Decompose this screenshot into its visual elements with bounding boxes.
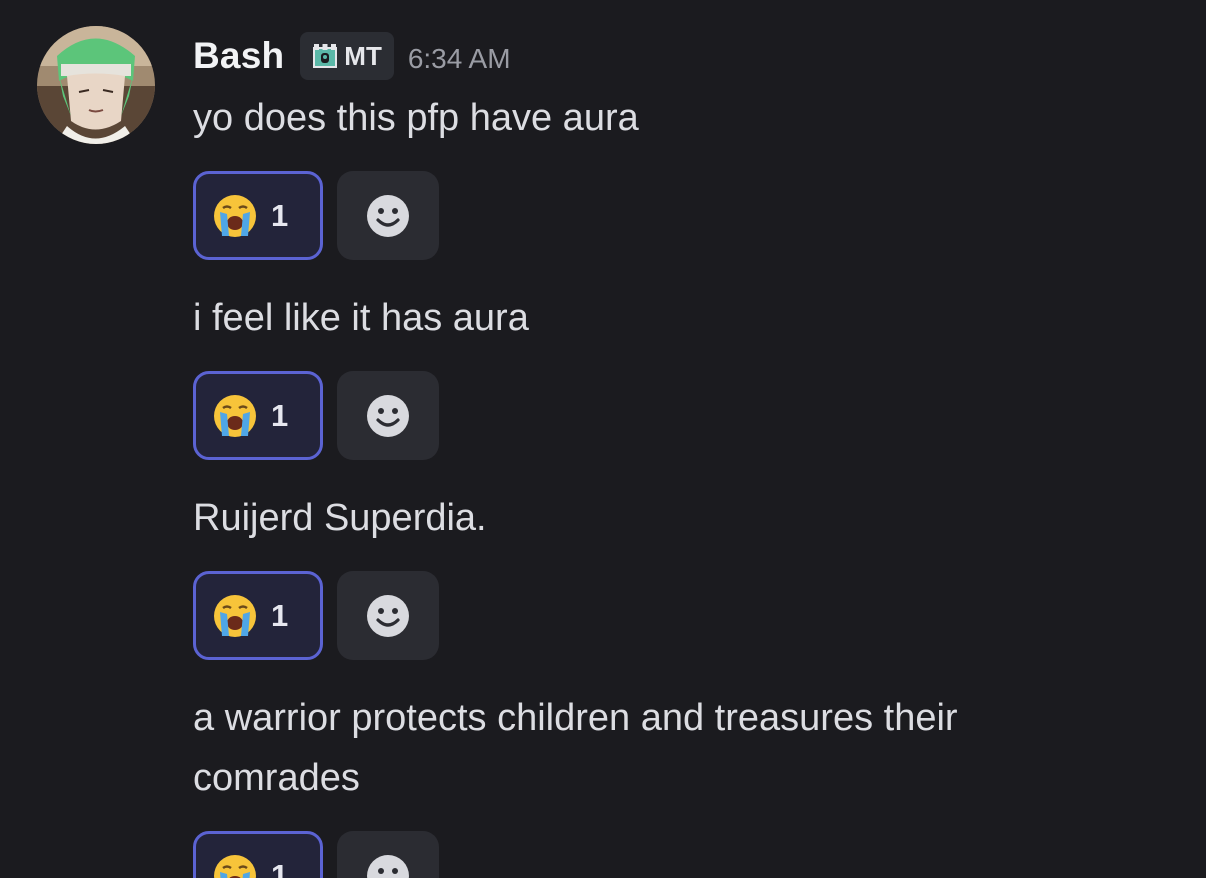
reaction-bar: 1 <box>193 171 1153 260</box>
reaction-crying-face[interactable]: 1 <box>193 571 323 660</box>
reaction-count: 1 <box>271 857 289 878</box>
add-reaction-button[interactable] <box>337 171 439 260</box>
crying-face-icon <box>214 194 256 237</box>
reaction-bar: 1 <box>193 571 1153 660</box>
avatar-image <box>37 26 155 144</box>
username[interactable]: Bash <box>193 35 284 77</box>
timestamp[interactable]: 6:34 AM <box>408 37 511 75</box>
guild-tag-label: MT <box>344 40 382 71</box>
reaction-crying-face[interactable]: 1 <box>193 371 323 460</box>
reaction-count: 1 <box>271 197 289 233</box>
message-header: Bash MT 6:34 AM <box>193 30 1153 82</box>
smiley-icon <box>367 394 409 437</box>
reaction-crying-face[interactable]: 1 <box>193 831 323 878</box>
message-text: a warrior protects children and treasure… <box>193 697 958 799</box>
reaction-count: 1 <box>271 397 289 433</box>
smiley-icon <box>367 594 409 637</box>
reaction-bar: 1 <box>193 831 1153 878</box>
message-text: i feel like it has aura <box>193 297 529 339</box>
smiley-icon <box>367 194 409 237</box>
crying-face-icon <box>214 594 256 637</box>
reaction-count: 1 <box>271 597 289 633</box>
message-group: Bash MT 6:34 AM yo does this pfp have au… <box>193 30 1153 878</box>
guild-tag[interactable]: MT <box>300 32 394 80</box>
add-reaction-button[interactable] <box>337 831 439 878</box>
smiley-icon <box>367 854 409 878</box>
reaction-crying-face[interactable]: 1 <box>193 171 323 260</box>
avatar[interactable] <box>37 26 155 144</box>
message-text: Ruijerd Superdia. <box>193 497 487 539</box>
reaction-bar: 1 <box>193 371 1153 460</box>
add-reaction-button[interactable] <box>337 371 439 460</box>
crying-face-icon <box>214 854 256 878</box>
crying-face-icon <box>214 394 256 437</box>
message-text: yo does this pfp have aura <box>193 97 639 139</box>
add-reaction-button[interactable] <box>337 571 439 660</box>
guild-tag-icon <box>313 44 338 68</box>
